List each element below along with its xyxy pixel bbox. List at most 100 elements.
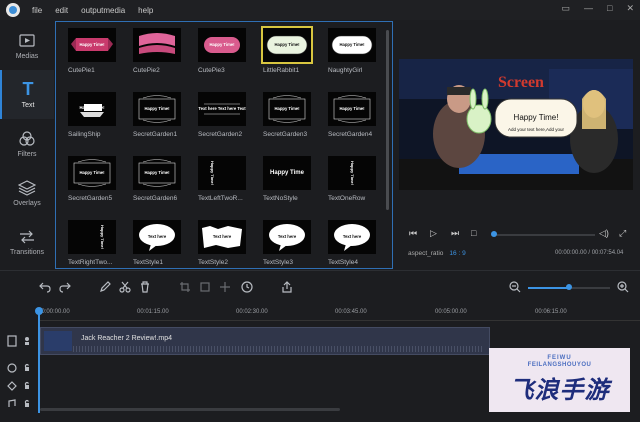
video-clip[interactable]: Jack Reacher 2 Review!.mp4: [40, 327, 490, 355]
template-thumbnail[interactable]: Happy Time!: [261, 26, 313, 64]
timeline-scrollbar[interactable]: [40, 408, 340, 411]
playback-seek-bar[interactable]: [491, 231, 595, 237]
delete-icon[interactable]: [138, 280, 152, 294]
template-item[interactable]: Text here Text here Text SecretGarden2: [198, 90, 246, 154]
template-item[interactable]: Text here TextStyle1: [133, 218, 181, 268]
feedback-icon[interactable]: ▭: [562, 3, 571, 14]
template-preview-text: Happy Time!: [209, 42, 234, 47]
template-item[interactable]: Happy Time! CutePie1: [68, 26, 116, 90]
template-thumbnail[interactable]: Happy Time!: [263, 92, 311, 126]
template-thumbnail[interactable]: Happy Time!: [198, 156, 246, 190]
template-thumbnail[interactable]: Text here: [133, 220, 181, 254]
template-item[interactable]: Happy Time! SailingShip: [68, 90, 116, 154]
fullscreen-icon[interactable]: ⤢: [619, 228, 626, 239]
template-thumbnail[interactable]: Text here: [198, 220, 246, 254]
video-track-icon[interactable]: [6, 334, 32, 348]
overlay-track-icon[interactable]: [6, 362, 32, 374]
template-item[interactable]: Happy Time! SecretGarden3: [263, 90, 311, 154]
template-preview-text: Text here: [343, 234, 362, 239]
rotate-icon[interactable]: [198, 280, 212, 294]
template-thumbnail[interactable]: Happy Time!: [68, 92, 116, 126]
seek-handle[interactable]: [491, 231, 497, 237]
template-preview-graphic: Happy Time!: [79, 104, 105, 117]
close-icon[interactable]: ✕: [626, 3, 634, 14]
template-preview-text: Happy Time!: [274, 42, 299, 47]
nav-transitions[interactable]: Transitions: [0, 217, 54, 266]
menu-outputmedia[interactable]: outputmedia: [81, 6, 125, 15]
nav-medias[interactable]: Medias: [0, 21, 54, 70]
template-thumbnail[interactable]: Happy Time!: [328, 156, 376, 190]
menu-help[interactable]: help: [138, 6, 153, 15]
edit-icon[interactable]: [98, 280, 112, 294]
aspect-ratio[interactable]: aspect_ratio 16 : 9: [408, 250, 466, 257]
template-item[interactable]: Happy Time! SecretGarden5: [68, 154, 116, 218]
next-frame-icon[interactable]: ⏭: [451, 228, 459, 239]
maximize-icon[interactable]: □: [607, 3, 612, 14]
template-item[interactable]: Happy Time! TextOneRow: [328, 154, 376, 218]
template-thumbnail[interactable]: Happy Time!: [198, 28, 246, 62]
template-item[interactable]: Happy Time! SecretGarden6: [133, 154, 181, 218]
text-icon: T: [22, 79, 34, 99]
template-item[interactable]: Text here TextStyle3: [263, 218, 311, 268]
zoom-slider[interactable]: [528, 284, 610, 290]
template-thumbnail[interactable]: Happy Time: [263, 156, 311, 190]
play-icon[interactable]: ▷: [430, 228, 437, 239]
template-item[interactable]: Happy Time TextNoStyle: [263, 154, 311, 218]
nav-text[interactable]: T Text: [0, 70, 54, 119]
template-thumbnail[interactable]: Happy Time!: [133, 156, 181, 190]
template-item[interactable]: Happy Time! CutePie3: [198, 26, 246, 90]
template-item[interactable]: Happy Time! LittleRabbit1: [261, 26, 313, 90]
speed-icon[interactable]: [240, 280, 254, 294]
zoom-in-icon[interactable]: [616, 280, 630, 294]
menu-file[interactable]: file: [32, 6, 42, 15]
cut-icon[interactable]: [118, 280, 132, 294]
nav-filters[interactable]: Filters: [0, 119, 54, 168]
volume-icon[interactable]: ◁): [599, 228, 609, 239]
template-thumbnail[interactable]: [133, 28, 181, 62]
music-track-icon[interactable]: [6, 398, 32, 410]
template-preview-text: Text here Text here Text: [198, 106, 246, 111]
export-icon[interactable]: [280, 280, 294, 294]
template-preview-graphic: Text here: [334, 224, 370, 251]
template-preview-graphic: Happy Time!: [331, 35, 373, 55]
zoom-out-icon[interactable]: [508, 280, 522, 294]
template-thumbnail[interactable]: Happy Time!: [328, 92, 376, 126]
nav-overlays[interactable]: Overlays: [0, 168, 54, 217]
template-item[interactable]: Text here TextStyle4: [328, 218, 376, 268]
template-thumbnail[interactable]: Text here: [328, 220, 376, 254]
redo-icon[interactable]: [58, 280, 72, 294]
text-track-icon[interactable]: [6, 380, 32, 392]
stop-icon[interactable]: □: [471, 228, 476, 238]
template-thumbnail[interactable]: Happy Time!: [68, 156, 116, 190]
undo-icon[interactable]: [38, 280, 52, 294]
template-thumbnail[interactable]: Happy Time!: [68, 28, 116, 62]
template-item[interactable]: Text here TextStyle2: [198, 218, 246, 268]
crop-icon[interactable]: [178, 280, 192, 294]
timeline-ruler[interactable]: 00:00:00.00 00:01:15.00 00:02:30.00 00:0…: [38, 305, 640, 321]
template-thumbnail[interactable]: Text here Text here Text: [198, 92, 246, 126]
template-item[interactable]: CutePie2: [133, 26, 181, 90]
template-item[interactable]: Happy Time! TextLeftTwoR...: [198, 154, 246, 218]
playhead[interactable]: [38, 309, 40, 413]
prev-frame-icon[interactable]: ⏮: [409, 228, 417, 239]
template-name: TextNoStyle: [263, 195, 298, 202]
library-scrollbar[interactable]: [386, 30, 389, 210]
watermark-line: FEILANGSHOUYOU: [527, 362, 592, 368]
minimize-icon[interactable]: —: [584, 3, 593, 14]
aspect-ratio-value[interactable]: 16 : 9: [449, 250, 465, 257]
template-thumbnail[interactable]: Happy Time!: [68, 220, 116, 254]
template-thumbnail[interactable]: Happy Time!: [328, 28, 376, 62]
template-item[interactable]: Happy Time! TextRightTwo...: [68, 218, 116, 268]
template-preview-text: Happy Time!: [274, 106, 299, 111]
zoom-handle[interactable]: [566, 284, 572, 290]
template-item[interactable]: Happy Time! SecretGarden1: [133, 90, 181, 154]
template-thumbnail[interactable]: Happy Time!: [133, 92, 181, 126]
template-thumbnail[interactable]: Text here: [263, 220, 311, 254]
playhead-handle[interactable]: [35, 307, 43, 315]
template-name: CutePie1: [68, 67, 95, 74]
template-name: CutePie3: [198, 67, 225, 74]
template-item[interactable]: Happy Time! SecretGarden4: [328, 90, 376, 154]
template-item[interactable]: Happy Time! NaughtyGirl: [328, 26, 376, 90]
menu-edit[interactable]: edit: [55, 6, 68, 15]
split-icon[interactable]: [218, 280, 232, 294]
